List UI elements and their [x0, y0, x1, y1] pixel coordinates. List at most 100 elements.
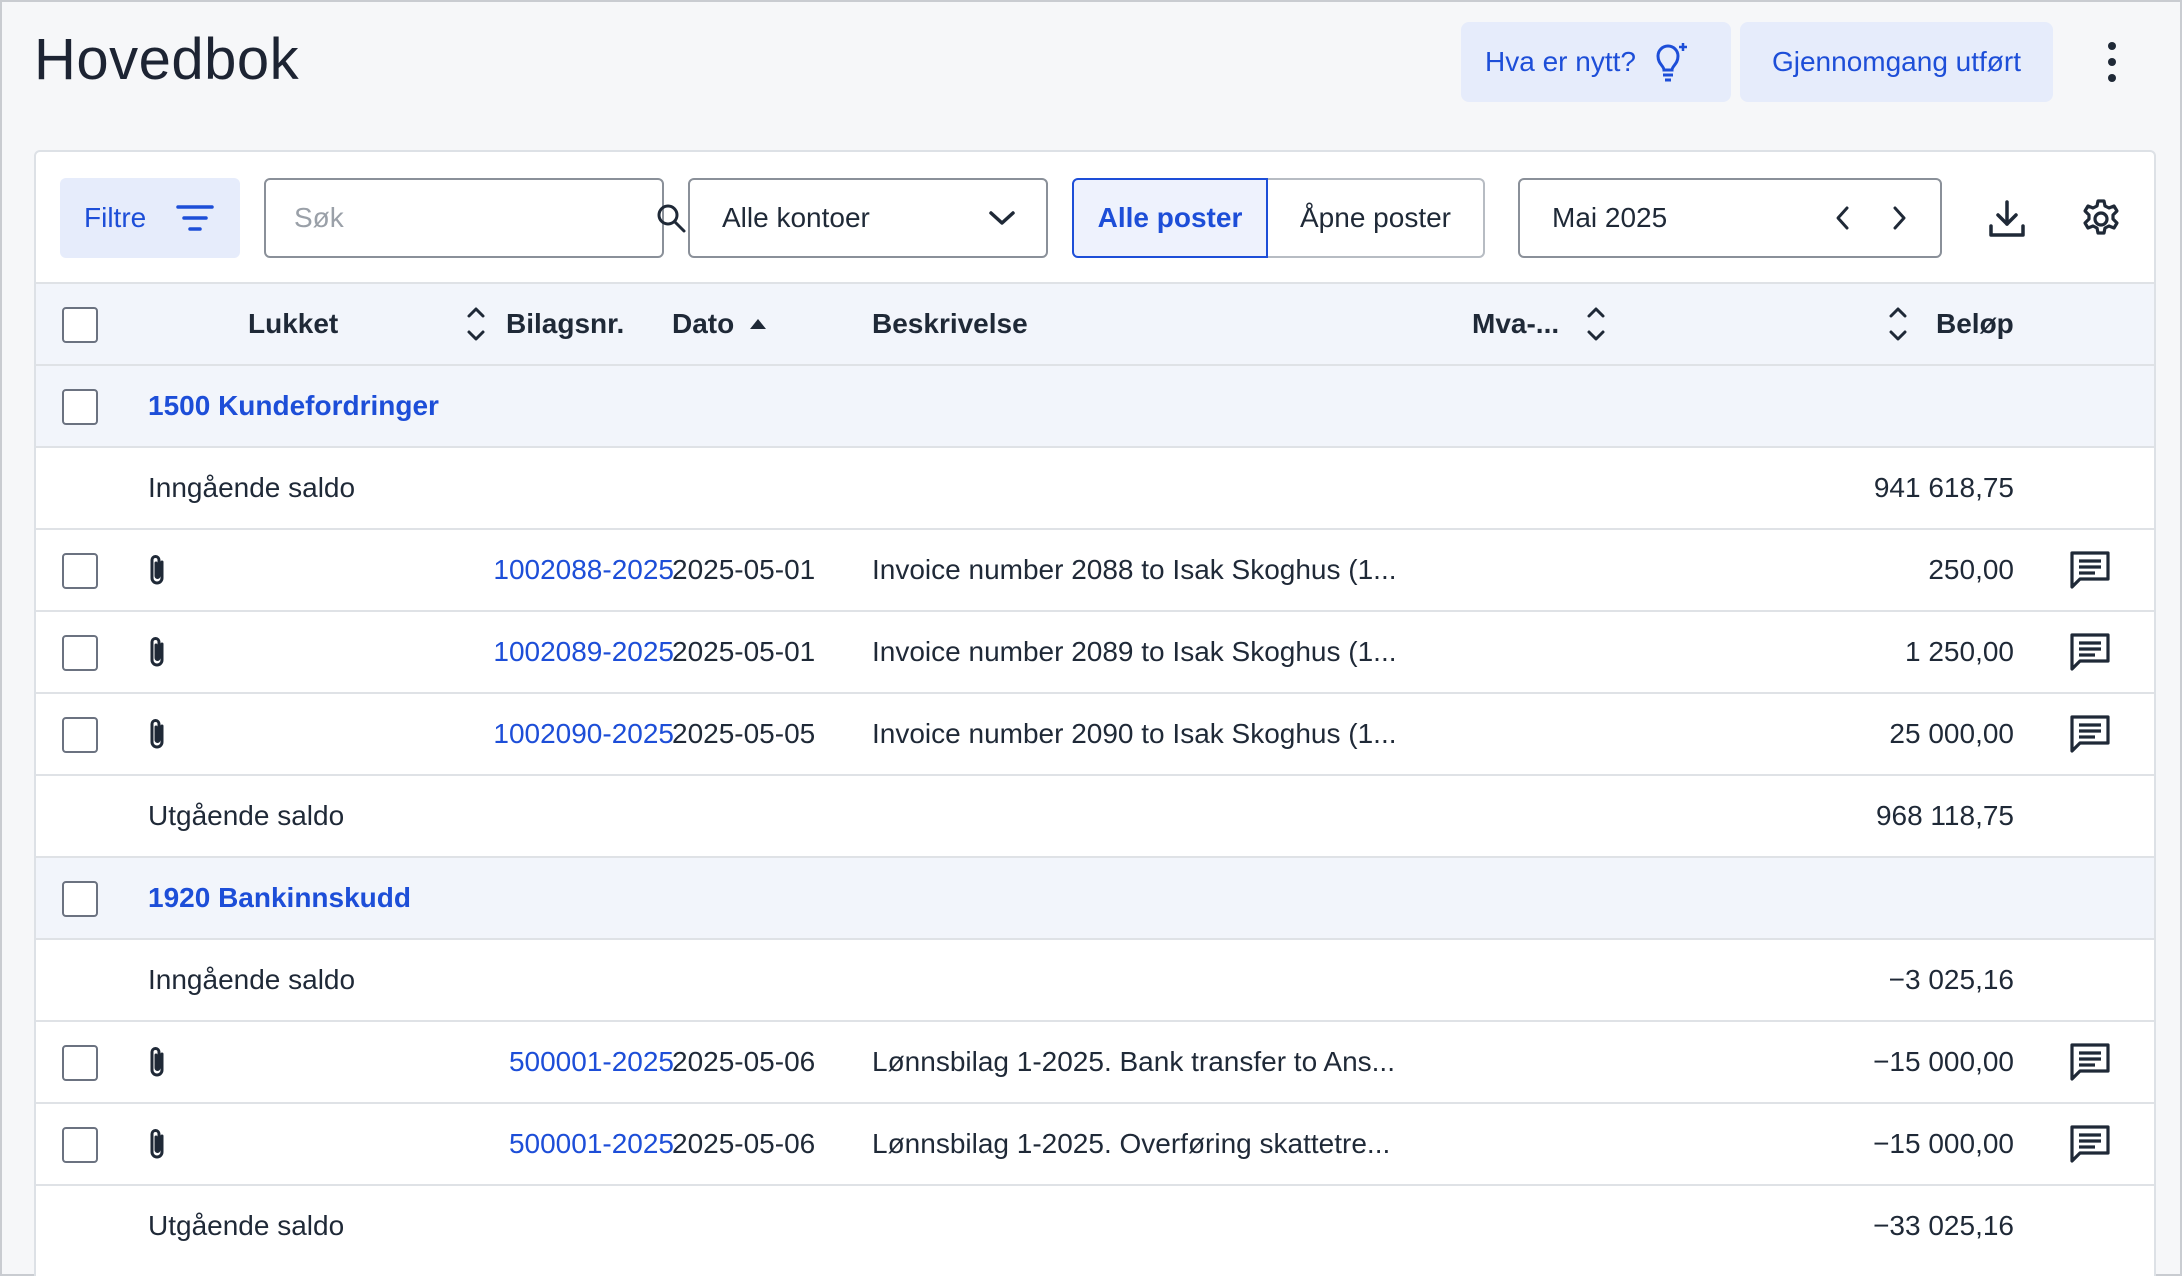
- paperclip-icon[interactable]: [146, 530, 170, 610]
- review-done-label: Gjennomgang utført: [1771, 46, 2022, 77]
- sort-icon[interactable]: [464, 284, 488, 364]
- opening-balance-amount: −3 025,16: [1888, 964, 2014, 995]
- account-link[interactable]: 1920 Bankinnskudd: [148, 858, 411, 938]
- column-header-beskrivelse[interactable]: Beskrivelse: [872, 284, 1028, 364]
- lightbulb-sparkle-icon: [1650, 40, 1690, 84]
- entry-date: 2025-05-06: [672, 1046, 816, 1077]
- closing-balance-amount: −33 025,16: [1873, 1210, 2014, 1241]
- column-header-dato-label: Dato: [672, 308, 735, 339]
- filter-label: Filtre: [84, 202, 147, 233]
- row-checkbox[interactable]: [62, 1127, 98, 1163]
- posting-filter-toggle: Alle poster Åpne poster: [1072, 178, 1485, 258]
- row-checkbox[interactable]: [62, 389, 98, 425]
- review-done-button[interactable]: Gjennomgang utført: [1740, 22, 2053, 102]
- period-picker[interactable]: Mai 2025: [1518, 178, 1942, 258]
- column-header-dato[interactable]: Dato: [672, 284, 768, 364]
- search-box[interactable]: [264, 178, 686, 258]
- paperclip-icon[interactable]: [146, 1104, 170, 1184]
- column-header-lukket[interactable]: Lukket: [248, 284, 338, 364]
- voucher-link[interactable]: 1002089-2025: [493, 612, 674, 692]
- table-header-row: Lukket Bilagsnr. Dato Beskrivelse Mva-..…: [36, 282, 2154, 364]
- row-checkbox[interactable]: [62, 881, 98, 917]
- entry-amount: 25 000,00: [1889, 718, 2014, 749]
- closing-balance-row: Utgående saldo 968 118,75: [36, 774, 2154, 856]
- toolbar: Filtre A: [36, 152, 2154, 282]
- segment-open-postings[interactable]: Åpne poster: [1268, 178, 1485, 258]
- entry-description: Invoice number 2088 to Isak Skoghus (1..…: [872, 554, 1397, 585]
- entry-amount: 250,00: [1928, 554, 2014, 585]
- whats-new-button[interactable]: Hva er nytt?: [1461, 22, 1731, 102]
- opening-balance-row: Inngående saldo 941 618,75: [36, 446, 2154, 528]
- table-row[interactable]: 500001-2025 2025-05-06 Lønnsbilag 1-2025…: [36, 1102, 2154, 1184]
- row-checkbox[interactable]: [62, 1045, 98, 1081]
- sort-ascending-icon: [748, 317, 768, 331]
- kebab-icon[interactable]: [2092, 38, 2132, 86]
- sort-icon[interactable]: [1886, 284, 1910, 364]
- entry-description: Lønnsbilag 1-2025. Bank transfer to Ans.…: [872, 1046, 1395, 1077]
- segment-all-postings[interactable]: Alle poster: [1072, 178, 1268, 258]
- closing-balance-label: Utgående saldo: [148, 1210, 345, 1241]
- opening-balance-row: Inngående saldo −3 025,16: [36, 938, 2154, 1020]
- entry-amount: −15 000,00: [1873, 1128, 2014, 1159]
- entry-date: 2025-05-01: [672, 554, 816, 585]
- page-title: Hovedbok: [34, 27, 300, 92]
- entry-description: Invoice number 2089 to Isak Skoghus (1..…: [872, 636, 1397, 667]
- opening-balance-amount: 941 618,75: [1873, 472, 2014, 503]
- paperclip-icon[interactable]: [146, 612, 170, 692]
- voucher-link[interactable]: 500001-2025: [509, 1022, 674, 1102]
- comment-icon[interactable]: [2068, 1104, 2112, 1184]
- ledger-table: Lukket Bilagsnr. Dato Beskrivelse Mva-..…: [36, 282, 2154, 1266]
- entry-amount: −15 000,00: [1873, 1046, 2014, 1077]
- gear-icon[interactable]: [2080, 198, 2122, 240]
- voucher-link[interactable]: 1002088-2025: [493, 530, 674, 610]
- magnifier-icon[interactable]: [655, 202, 687, 234]
- chevron-down-icon: [988, 209, 1016, 227]
- select-all-checkbox[interactable]: [62, 307, 98, 343]
- table-row[interactable]: 1002088-2025 2025-05-01 Invoice number 2…: [36, 528, 2154, 610]
- sort-icon[interactable]: [1584, 284, 1608, 364]
- entry-date: 2025-05-06: [672, 1128, 816, 1159]
- column-header-mva[interactable]: Mva-...: [1472, 284, 1559, 364]
- table-row[interactable]: 1002090-2025 2025-05-05 Invoice number 2…: [36, 692, 2154, 774]
- filter-button[interactable]: Filtre: [60, 178, 240, 258]
- account-group-row: 1500 Kundefordringer: [36, 364, 2154, 446]
- row-checkbox[interactable]: [62, 635, 98, 671]
- closing-balance-amount: 968 118,75: [1875, 800, 2014, 831]
- account-link[interactable]: 1500 Kundefordringer: [148, 366, 439, 446]
- row-checkbox[interactable]: [62, 553, 98, 589]
- whats-new-label: Hva er nytt?: [1485, 46, 1636, 77]
- row-checkbox[interactable]: [62, 717, 98, 753]
- table-row[interactable]: 500001-2025 2025-05-06 Lønnsbilag 1-2025…: [36, 1020, 2154, 1102]
- chevron-left-icon[interactable]: [1834, 204, 1852, 232]
- entry-date: 2025-05-05: [672, 718, 816, 749]
- account-select-value: Alle kontoer: [722, 202, 870, 233]
- closing-balance-row: Utgående saldo −33 025,16: [36, 1184, 2154, 1266]
- ledger-card: Filtre A: [34, 150, 2156, 1276]
- search-input[interactable]: [294, 202, 655, 234]
- table-row[interactable]: 1002089-2025 2025-05-01 Invoice number 2…: [36, 610, 2154, 692]
- chevron-right-icon[interactable]: [1890, 204, 1908, 232]
- app-frame: Hovedbok Hva er nytt? Gjennomgang utført…: [0, 0, 2182, 1276]
- column-header-belop[interactable]: Beløp: [1936, 284, 2014, 364]
- period-value: Mai 2025: [1552, 202, 1668, 233]
- closing-balance-label: Utgående saldo: [148, 800, 345, 831]
- filter-lines-icon: [176, 203, 214, 233]
- paperclip-icon[interactable]: [146, 1022, 170, 1102]
- voucher-link[interactable]: 1002090-2025: [493, 694, 674, 774]
- account-select[interactable]: Alle kontoer: [688, 178, 1048, 258]
- comment-icon[interactable]: [2068, 1022, 2112, 1102]
- comment-icon[interactable]: [2068, 612, 2112, 692]
- entry-date: 2025-05-01: [672, 636, 816, 667]
- voucher-link[interactable]: 500001-2025: [509, 1104, 674, 1184]
- column-header-bilagsnr[interactable]: Bilagsnr.: [506, 284, 624, 364]
- paperclip-icon[interactable]: [146, 694, 170, 774]
- account-group-row: 1920 Bankinnskudd: [36, 856, 2154, 938]
- entry-amount: 1 250,00: [1905, 636, 2014, 667]
- entry-description: Invoice number 2090 to Isak Skoghus (1..…: [872, 718, 1397, 749]
- comment-icon[interactable]: [2068, 530, 2112, 610]
- entry-description: Lønnsbilag 1-2025. Overføring skattetre.…: [872, 1128, 1391, 1159]
- opening-balance-label: Inngående saldo: [148, 964, 356, 995]
- opening-balance-label: Inngående saldo: [148, 472, 356, 503]
- comment-icon[interactable]: [2068, 694, 2112, 774]
- download-icon[interactable]: [1986, 198, 2028, 240]
